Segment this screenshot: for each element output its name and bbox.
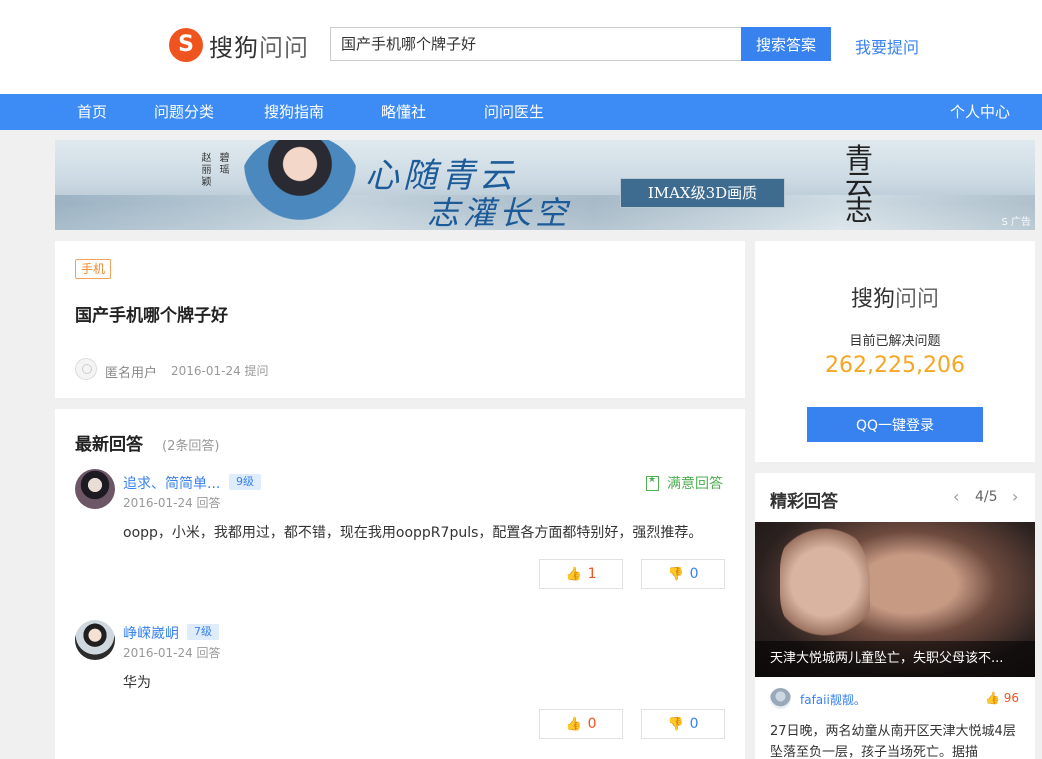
- stats-title: 搜狗问问: [850, 287, 940, 312]
- nav-item-luedong[interactable]: 略懂社: [381, 94, 426, 130]
- thumb-down-icon: 👎: [667, 717, 684, 732]
- banner-actress-image: [240, 140, 360, 230]
- question-card: 手机 国产手机哪个牌子好 匿名用户 2016-01-24 提问: [55, 241, 745, 398]
- user-level-badge: 9级: [229, 474, 261, 490]
- featured-heading: 精彩回答: [770, 492, 838, 512]
- satisfied-answer-badge: 满意回答: [646, 473, 723, 493]
- banner-brand-logo: 青云志: [845, 142, 874, 227]
- nav-item-user-center[interactable]: 个人中心: [950, 94, 1010, 130]
- question-title: 国产手机哪个牌子好: [75, 306, 228, 326]
- answer-text: oopp，小米，我都用过，都不错，现在我用ooppR7puls，配置各方面都特别…: [123, 525, 703, 541]
- chevron-right-icon[interactable]: ›: [1012, 487, 1018, 506]
- featured-user-name[interactable]: fafaii靓靓。: [800, 691, 866, 708]
- featured-caption[interactable]: 天津大悦城两儿童坠亡，失职父母该不...: [755, 641, 1035, 677]
- downvote-button[interactable]: 👎 0: [641, 709, 725, 739]
- featured-page-indicator: 4/5: [975, 489, 998, 505]
- search-input[interactable]: 国产手机哪个牌子好: [330, 27, 742, 61]
- answer-text: 华为: [123, 675, 151, 691]
- answer-date: 2016-01-24 回答: [123, 646, 221, 660]
- category-tag[interactable]: 手机: [75, 259, 112, 279]
- featured-user-avatar[interactable]: [770, 688, 791, 709]
- downvote-button[interactable]: 👎 0: [641, 559, 725, 589]
- upvote-button[interactable]: 👍 0: [539, 709, 623, 739]
- banner-imax-badge: IMAX级3D画质: [620, 178, 785, 208]
- featured-image[interactable]: 天津大悦城两儿童坠亡，失职父母该不...: [755, 522, 1035, 677]
- main-nav: 首页 问题分类 搜狗指南 略懂社 问问医生 个人中心: [0, 94, 1042, 130]
- ad-banner[interactable]: 赵丽颖 碧瑶 心随青云 志灌长空 IMAX级3D画质 青云志 S 广告: [55, 140, 1035, 230]
- featured-likes[interactable]: 👍 96: [985, 691, 1019, 705]
- nav-item-home[interactable]: 首页: [77, 94, 107, 130]
- nav-item-guide[interactable]: 搜狗指南: [264, 94, 324, 130]
- question-date: 2016-01-24 提问: [171, 364, 269, 378]
- user-level-badge: 7级: [187, 624, 219, 640]
- answer-author[interactable]: 追求、简简单...: [123, 473, 220, 493]
- answers-heading: 最新回答: [75, 435, 143, 455]
- thumb-up-icon: 👍: [565, 717, 582, 732]
- answer-author[interactable]: 峥嵘崴岄: [123, 623, 179, 643]
- logo[interactable]: S 搜狗问问: [169, 28, 309, 62]
- sogou-logo-icon: S: [169, 28, 203, 62]
- logo-text: 搜狗问问: [209, 33, 309, 62]
- answers-card: 最新回答 (2条回答) 追求、简简单... 9级 2016-01-24 回答 满…: [55, 409, 745, 759]
- upvote-button[interactable]: 👍 1: [539, 559, 623, 589]
- thumb-up-icon: 👍: [985, 691, 1000, 705]
- banner-slogan-line2: 志灌长空: [427, 194, 572, 230]
- answer-avatar[interactable]: [75, 620, 115, 660]
- ad-label: S 广告: [1001, 217, 1031, 228]
- bookmark-star-icon: [646, 475, 659, 491]
- stats-label: 目前已解决问题: [849, 334, 941, 349]
- banner-actor-name: 赵丽颖: [199, 152, 210, 188]
- qq-login-button[interactable]: QQ一键登录: [807, 407, 983, 442]
- answer-date: 2016-01-24 回答: [123, 496, 221, 510]
- nav-item-doctor[interactable]: 问问医生: [484, 94, 544, 130]
- thumb-down-icon: 👎: [667, 567, 684, 582]
- nav-item-categories[interactable]: 问题分类: [154, 94, 214, 130]
- answers-count: (2条回答): [162, 439, 220, 454]
- solved-count: 262,225,206: [825, 353, 965, 378]
- banner-role-name: 碧瑶: [217, 152, 228, 176]
- stats-card: 搜狗问问 目前已解决问题 262,225,206 QQ一键登录: [755, 241, 1035, 462]
- answer-avatar[interactable]: [75, 469, 115, 509]
- search-button[interactable]: 搜索答案: [741, 27, 831, 61]
- chevron-left-icon[interactable]: ‹: [953, 487, 959, 506]
- thumb-up-icon: 👍: [565, 567, 582, 582]
- asker-name: 匿名用户: [105, 366, 158, 381]
- featured-text: 27日晚，两名幼童从南开区天津大悦城4层坠落至负一层，孩子当场死亡。据描: [770, 724, 1016, 759]
- ask-question-link[interactable]: 我要提问: [855, 34, 919, 58]
- header: S 搜狗问问 国产手机哪个牌子好 搜索答案 我要提问: [0, 0, 1042, 94]
- featured-answers-card: 精彩回答 ‹ 4/5 › 天津大悦城两儿童坠亡，失职父母该不... fafaii…: [755, 473, 1035, 759]
- anonymous-avatar-icon: [75, 358, 97, 380]
- featured-image-detail: [780, 522, 870, 642]
